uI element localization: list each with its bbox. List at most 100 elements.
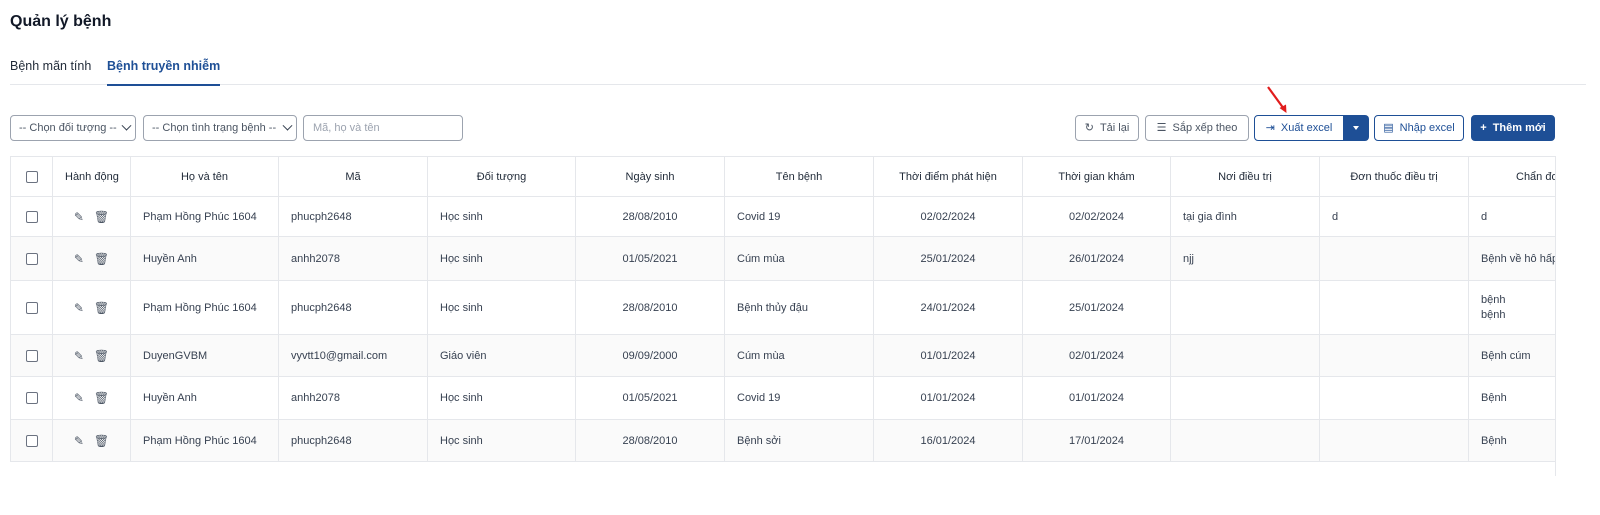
cell-code: vyvtt10@gmail.com — [278, 334, 428, 377]
header-prescription: Đơn thuốc điều trị — [1319, 156, 1469, 197]
cell-object: Học sinh — [427, 196, 576, 237]
disease-status-select[interactable]: -- Chọn tình trạng bệnh -- — [143, 115, 297, 141]
search-input[interactable] — [303, 115, 463, 141]
table-row[interactable]: ✎ 🗑 DuyenGVBM vyvtt10@gmail.com Giáo viên… — [10, 334, 1556, 377]
cell-disease: Covid 19 — [724, 196, 874, 237]
header-treatment-place: Nơi điều trị — [1170, 156, 1320, 197]
cell-disease: Bệnh thủy đậu — [724, 280, 874, 335]
header-exam-time: Thời gian khám — [1022, 156, 1171, 197]
add-new-button[interactable]: + Thêm mới — [1471, 115, 1555, 141]
cell-object: Học sinh — [427, 236, 576, 281]
cell-dob: 09/09/2000 — [575, 334, 725, 377]
trash-icon[interactable]: 🗑 — [94, 301, 109, 315]
trash-icon[interactable]: 🗑 — [94, 210, 109, 224]
header-object: Đối tượng — [427, 156, 576, 197]
pencil-icon[interactable]: ✎ — [74, 210, 84, 224]
cell-exam-time: 01/01/2024 — [1022, 376, 1171, 420]
cell-treatment-place — [1170, 376, 1320, 420]
cell-treatment-place: tại gia đình — [1170, 196, 1320, 237]
select-all-checkbox[interactable] — [25, 170, 38, 183]
table-row[interactable]: ✎ 🗑 Huyền Anh anhh2078 Học sinh 01/05/202… — [10, 236, 1556, 281]
row-select-cell — [10, 334, 53, 377]
object-select[interactable]: -- Chọn đối tượng -- — [10, 115, 136, 141]
row-actions: ✎ 🗑 — [52, 236, 131, 281]
table-row[interactable]: ✎ 🗑 Phạm Hồng Phúc 1604 phucph2648 Học si… — [10, 280, 1556, 335]
pencil-icon[interactable]: ✎ — [74, 391, 84, 405]
cell-dob: 01/05/2021 — [575, 376, 725, 420]
cell-code: anhh2078 — [278, 376, 428, 420]
cell-object: Học sinh — [427, 376, 576, 420]
tab-chronic-disease[interactable]: Bệnh mãn tính — [10, 58, 91, 85]
chevron-down-icon — [121, 120, 132, 131]
cell-treatment-place — [1170, 419, 1320, 462]
row-actions: ✎ 🗑 — [52, 419, 131, 462]
export-dropdown-button[interactable] — [1343, 115, 1369, 141]
row-select-cell — [10, 236, 53, 281]
cell-detected: 16/01/2024 — [873, 419, 1023, 462]
cell-full-name: Phạm Hồng Phúc 1604 — [130, 280, 279, 335]
trash-icon[interactable]: 🗑 — [94, 252, 109, 266]
cell-prescription: d — [1319, 196, 1469, 237]
header-full-name: Họ và tên — [130, 156, 279, 197]
cell-dob: 28/08/2010 — [575, 196, 725, 237]
pencil-icon[interactable]: ✎ — [74, 301, 84, 315]
chevron-down-icon — [282, 120, 293, 131]
cell-full-name: Phạm Hồng Phúc 1604 — [130, 196, 279, 237]
cell-dob: 28/08/2010 — [575, 419, 725, 462]
header-actions: Hành động — [52, 156, 131, 197]
refresh-icon: ↻ — [1084, 121, 1094, 134]
trash-icon[interactable]: 🗑 — [94, 349, 109, 363]
reload-button[interactable]: ↻ Tải lại — [1075, 115, 1139, 141]
row-checkbox[interactable] — [25, 349, 38, 362]
export-icon: ⇥ — [1265, 121, 1275, 134]
table-header-row: Hành động Họ và tên Mã Đối tượng Ngày si… — [10, 156, 1556, 197]
cell-code: phucph2648 — [278, 196, 428, 237]
cell-full-name: Phạm Hồng Phúc 1604 — [130, 419, 279, 462]
table-row[interactable]: ✎ 🗑 Phạm Hồng Phúc 1604 phucph2648 Học si… — [10, 419, 1556, 462]
trash-icon[interactable]: 🗑 — [94, 391, 109, 405]
trash-icon[interactable]: 🗑 — [94, 434, 109, 448]
cell-disease: Covid 19 — [724, 376, 874, 420]
pencil-icon[interactable]: ✎ — [74, 434, 84, 448]
table-scroll-edge — [1555, 156, 1556, 476]
cell-prescription — [1319, 376, 1469, 420]
cell-object: Học sinh — [427, 280, 576, 335]
cell-full-name: Huyền Anh — [130, 376, 279, 420]
cell-diagnosis: Bệnh cúm — [1468, 334, 1556, 377]
cell-prescription — [1319, 236, 1469, 281]
cell-code: anhh2078 — [278, 236, 428, 281]
pencil-icon[interactable]: ✎ — [74, 349, 84, 363]
row-select-cell — [10, 196, 53, 237]
row-checkbox[interactable] — [25, 392, 38, 405]
row-checkbox[interactable] — [25, 434, 38, 447]
cell-exam-time: 25/01/2024 — [1022, 280, 1171, 335]
pencil-icon[interactable]: ✎ — [74, 252, 84, 266]
cell-dob: 01/05/2021 — [575, 236, 725, 281]
row-checkbox[interactable] — [25, 252, 38, 265]
add-label: Thêm mới — [1492, 122, 1546, 134]
cell-disease: Bệnh sởi — [724, 419, 874, 462]
cell-dob: 28/08/2010 — [575, 280, 725, 335]
cell-prescription — [1319, 280, 1469, 335]
import-excel-button[interactable]: ▤ Nhập excel — [1374, 115, 1464, 141]
row-checkbox[interactable] — [25, 301, 38, 314]
cell-diagnosis: Bệnh về hô hấp — [1468, 236, 1556, 281]
cell-code: phucph2648 — [278, 419, 428, 462]
table-row[interactable]: ✎ 🗑 Huyền Anh anhh2078 Học sinh 01/05/202… — [10, 376, 1556, 420]
disease-table: Hành động Họ và tên Mã Đối tượng Ngày si… — [10, 156, 1556, 466]
sort-button[interactable]: ☰ Sắp xếp theo — [1145, 115, 1249, 141]
page-title: Quản lý bệnh — [10, 13, 112, 30]
toolbar: -- Chọn đối tượng -- -- Chọn tình trạng … — [10, 115, 1586, 142]
tab-infectious-disease[interactable]: Bệnh truyền nhiễm — [107, 58, 221, 86]
cell-diagnosis: Bệnh — [1468, 376, 1556, 420]
cell-object: Học sinh — [427, 419, 576, 462]
row-actions: ✎ 🗑 — [52, 376, 131, 420]
export-excel-button[interactable]: ⇥ Xuất excel — [1254, 115, 1344, 141]
table-row[interactable]: ✎ 🗑 Phạm Hồng Phúc 1604 phucph2648 Học si… — [10, 196, 1556, 237]
cell-disease: Cúm mùa — [724, 334, 874, 377]
cell-treatment-place — [1170, 280, 1320, 335]
row-checkbox[interactable] — [25, 210, 38, 223]
row-actions: ✎ 🗑 — [52, 196, 131, 237]
cell-treatment-place: njj — [1170, 236, 1320, 281]
cell-detected: 01/01/2024 — [873, 334, 1023, 377]
